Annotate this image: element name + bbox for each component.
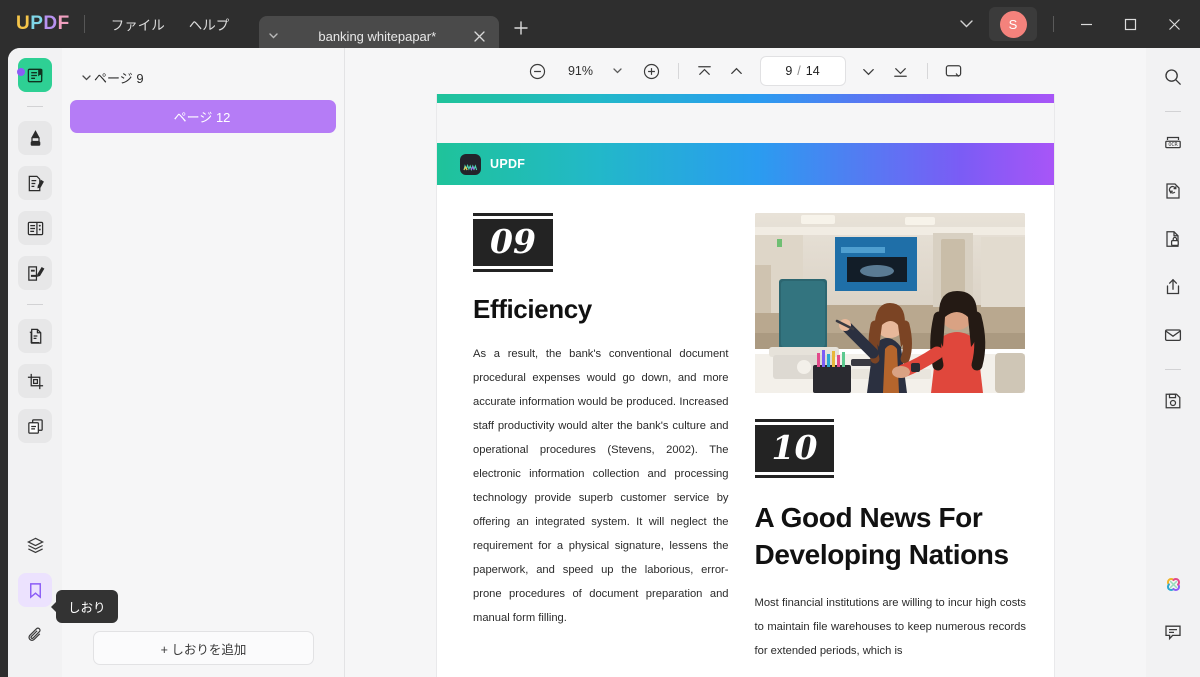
document-brand-label: UPDF [490,157,526,171]
viewer-toolbar: 91% 9 / 14 [345,48,1146,94]
window-controls-group: S [949,0,1200,48]
minimize-button[interactable] [1064,1,1108,47]
close-icon[interactable] [467,24,491,48]
app-logo: U P D F [16,13,70,35]
new-tab-button[interactable] [505,12,537,44]
bookmark-tooltip: しおり [51,590,118,623]
convert-file-icon[interactable] [1156,174,1190,208]
document-header-banner: UPDF [437,143,1054,185]
section-title-efficiency: Efficiency [473,294,592,324]
bookmark-panel-footer: + しおりを追加 [62,631,345,665]
chevron-down-icon[interactable] [78,74,94,81]
titlebar-divider-2 [1053,16,1054,32]
page-gap [437,103,1054,143]
zoom-dropdown-icon[interactable] [609,59,627,83]
comment-bubble-icon[interactable] [1156,615,1190,649]
section-body-good-news: Most financial institutions are willing … [754,596,1026,657]
svg-text:OCR: OCR [1168,142,1178,148]
bookmark-item-page12[interactable]: ページ 12 [70,100,336,133]
sidebar-item-bookmark[interactable] [18,573,52,607]
account-button[interactable]: S [989,7,1037,41]
sidebar-item-attachment[interactable] [18,618,52,652]
share-icon[interactable] [1156,270,1190,304]
right-rail-divider-2 [1165,369,1181,370]
tab-title: banking whitepapar* [318,28,437,44]
document-photo [754,213,1025,393]
section-title-good-news: A Good News For Developing Nations [754,502,1010,570]
previous-page-bottom-bar [437,94,1054,103]
page-sheet: UPDF 09 Efficiency As a result, the bank… [437,143,1054,677]
toolbar-divider-2 [926,63,928,79]
section-body-efficiency: As a result, the bank's conventional doc… [473,348,729,624]
sidebar-item-compare[interactable] [18,409,52,443]
logo-letter-p: P [30,13,44,34]
last-page-button[interactable] [886,56,916,86]
zoom-out-button[interactable] [523,56,553,86]
ai-assistant-icon[interactable] [1156,567,1190,601]
document-viewport[interactable]: UPDF 09 Efficiency As a result, the bank… [345,94,1146,677]
maximize-button[interactable] [1108,1,1152,47]
page-number-input[interactable]: 9 / 14 [759,56,846,86]
next-page-button[interactable] [854,56,884,86]
rail-divider-1 [27,106,43,107]
right-rail-divider-1 [1165,111,1181,112]
main-area: 91% 9 / 14 UPDF 09 Efficiency As a resul… [345,48,1146,677]
sidebar-item-convert[interactable] [18,319,52,353]
ocr-icon[interactable]: OCR [1156,126,1190,160]
tab-strip: banking whitepapar* [259,0,537,56]
logo-letter-u: U [16,13,31,34]
presentation-mode-button[interactable] [939,56,969,86]
logo-letter-d: D [43,13,58,34]
menu-help[interactable]: ヘルプ [177,8,242,40]
page-separator: / [797,64,801,78]
email-icon[interactable] [1156,318,1190,352]
first-page-button[interactable] [690,56,720,86]
close-window-button[interactable] [1152,1,1196,47]
updf-logo-icon [460,153,481,175]
page-current: 9 [785,64,793,78]
document-column-right: 10 A Good News For Developing Nations Mo… [754,213,1026,664]
menu-file[interactable]: ファイル [99,8,177,40]
app-window: U P D F ファイル ヘルプ banking whitepapar* S し… [0,0,1200,677]
document-columns: 09 Efficiency As a result, the bank's co… [437,185,1054,664]
chevron-down-icon[interactable] [949,8,983,40]
app-body: しおり ページ 9 ページ 12 + しおりを追加 91% 9 / 14 UPD… [8,48,1200,677]
title-bar: U P D F ファイル ヘルプ banking whitepapar* S [0,0,1200,56]
bookmark-panel: ページ 9 ページ 12 + しおりを追加 [62,48,345,677]
panel-collapse-handle[interactable] [17,68,25,76]
section-number-10: 10 [754,419,835,478]
section-number-09: 09 [473,213,553,272]
sidebar-item-edit-pdf[interactable] [18,166,52,200]
rail-divider-2 [27,304,43,305]
save-icon[interactable] [1156,384,1190,418]
toolbar-divider-1 [677,63,679,79]
left-tool-rail: しおり [8,48,118,677]
search-icon[interactable] [1156,60,1190,94]
sidebar-item-marker[interactable] [18,121,52,155]
prev-page-button[interactable] [722,56,752,86]
tab-dropdown-icon[interactable] [269,33,287,39]
document-column-left: 09 Efficiency As a result, the bank's co… [473,213,729,664]
add-bookmark-button[interactable]: + しおりを追加 [93,631,314,665]
bookmark-item-label: ページ 9 [94,71,144,86]
bookmark-item-page9[interactable]: ページ 9 [70,64,336,91]
pdf-page: UPDF 09 Efficiency As a result, the bank… [437,94,1054,677]
page-total: 14 [805,64,820,78]
zoom-level-value[interactable]: 91% [561,64,601,78]
protect-icon[interactable] [1156,222,1190,256]
sidebar-item-annotate[interactable] [18,256,52,290]
sidebar-item-layers[interactable] [18,528,52,562]
logo-letter-f: F [57,13,70,34]
right-tool-rail: OCR [1146,48,1200,677]
sidebar-item-page-organize[interactable] [18,211,52,245]
avatar: S [999,10,1027,38]
zoom-in-button[interactable] [637,56,667,86]
titlebar-divider [83,15,85,33]
sidebar-item-crop[interactable] [18,364,52,398]
